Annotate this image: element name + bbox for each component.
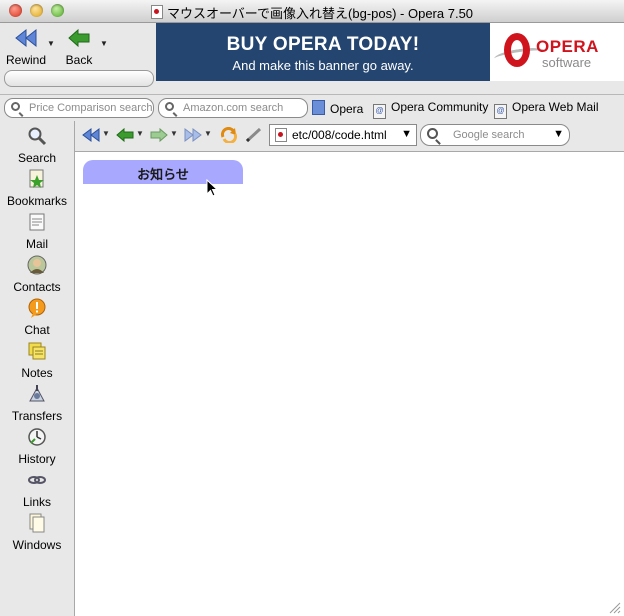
links-icon <box>28 476 46 484</box>
navigation-bar: ▼ ▼ ▼ ▼ etc/008/code.html ▼ Google searc… <box>75 121 624 152</box>
folder-icon <box>312 100 325 115</box>
fast-forward-icon[interactable] <box>183 127 203 143</box>
web-page-icon: @ <box>373 104 386 119</box>
panel-item-label: Windows <box>12 538 62 552</box>
panel-item-mail[interactable]: Mail <box>0 212 74 251</box>
document-icon <box>275 128 287 142</box>
opera-logo[interactable]: OPERA software <box>490 23 624 81</box>
ad-banner[interactable]: BUY OPERA TODAY! And make this banner go… <box>156 23 490 81</box>
notice-tab-button[interactable]: お知らせ <box>83 160 243 184</box>
rewind-dropdown-icon[interactable]: ▼ <box>102 129 110 138</box>
mail-icon <box>29 213 45 231</box>
personal-link-label: Opera <box>330 102 364 116</box>
address-dropdown-icon[interactable]: ▼ <box>401 128 412 140</box>
forward-dropdown-icon[interactable]: ▼ <box>170 129 178 138</box>
fast-forward-dropdown-icon[interactable]: ▼ <box>204 129 212 138</box>
resize-grip-icon[interactable] <box>607 600 621 614</box>
window-title-wrap: マウスオーバーで画像入れ替え(bg-pos) - Opera 7.50 <box>0 3 624 22</box>
panel-item-label: Contacts <box>13 280 61 294</box>
progress-bar <box>4 70 154 87</box>
address-field[interactable]: etc/008/code.html ▼ <box>269 124 417 146</box>
personal-link-opera-web-mail[interactable]: @ Opera Web Mail <box>494 100 598 119</box>
notes-icon <box>28 342 46 360</box>
back-dropdown-icon[interactable]: ▼ <box>100 39 108 48</box>
panel-item-label: History <box>18 452 56 466</box>
panel-item-label: Chat <box>24 323 50 337</box>
transfers-icon <box>29 385 45 402</box>
panel-item-label: Notes <box>21 366 53 380</box>
search-icon <box>28 127 47 146</box>
rewind-icon[interactable] <box>81 127 101 143</box>
personal-link-label: Opera Community <box>391 100 489 114</box>
edit-pencil-icon[interactable] <box>244 127 264 143</box>
opera-o-icon <box>504 33 530 67</box>
back-dropdown-icon[interactable]: ▼ <box>136 129 144 138</box>
personal-link-opera[interactable]: Opera <box>312 100 363 116</box>
panel-item-label: Bookmarks <box>6 194 68 208</box>
mouse-cursor-icon <box>206 179 218 197</box>
opera-logo-sub: software <box>542 55 592 70</box>
panel-item-history[interactable]: History <box>0 427 74 466</box>
panel-item-label: Mail <box>25 237 48 251</box>
amazon-search-placeholder: Amazon.com search <box>183 102 284 114</box>
panel-sidebar: Search Bookmarks Mail Contacts Chat Note… <box>0 121 75 616</box>
history-icon <box>28 428 46 446</box>
panel-item-label: Search <box>17 151 57 165</box>
windows-icon <box>29 513 45 533</box>
search-icon <box>11 102 20 111</box>
panel-item-bookmarks[interactable]: Bookmarks <box>0 169 74 208</box>
panel-item-label: Transfers <box>11 409 63 423</box>
personal-bar: Price Comparison search Amazon.com searc… <box>0 94 624 122</box>
opera-logo-word: OPERA <box>536 37 599 56</box>
back-arrow-icon <box>68 28 90 48</box>
bookmarks-icon <box>29 169 44 188</box>
back-label: Back <box>65 53 93 67</box>
panel-item-contacts[interactable]: Contacts <box>0 255 74 294</box>
panel-item-label: Links <box>22 495 51 509</box>
banner-headline: BUY OPERA TODAY! <box>226 34 420 55</box>
main-toolbar: Rewind ▼ Back ▼ <box>0 23 155 93</box>
document-icon <box>150 5 163 19</box>
page-content: お知らせ <box>75 152 624 616</box>
rewind-label: Rewind <box>5 53 47 67</box>
rewind-icon <box>15 28 37 48</box>
panel-item-transfers[interactable]: Transfers <box>0 384 74 423</box>
web-page-icon: @ <box>494 104 507 119</box>
banner-subline: And make this banner go away. <box>232 58 414 73</box>
back-button[interactable]: Back <box>58 28 100 67</box>
search-engine-dropdown-icon[interactable]: ▼ <box>553 128 564 140</box>
panel-item-notes[interactable]: Notes <box>0 341 74 380</box>
search-icon <box>165 102 174 111</box>
google-search-input[interactable]: Google search ▼ <box>420 124 570 146</box>
chat-icon <box>28 298 46 318</box>
amazon-search-input[interactable]: Amazon.com search <box>158 98 308 118</box>
panel-item-search[interactable]: Search <box>0 126 74 165</box>
back-arrow-icon[interactable] <box>115 127 135 143</box>
google-search-placeholder: Google search <box>453 129 525 141</box>
personal-link-opera-community[interactable]: @ Opera Community <box>373 100 488 119</box>
panel-item-windows[interactable]: Windows <box>0 513 74 552</box>
search-icon <box>427 128 438 139</box>
price-comparison-search-input[interactable]: Price Comparison search <box>4 98 154 118</box>
panel-item-chat[interactable]: Chat <box>0 298 74 337</box>
rewind-dropdown-icon[interactable]: ▼ <box>47 39 55 48</box>
rewind-button[interactable]: Rewind <box>4 28 48 67</box>
address-text: etc/008/code.html <box>292 128 387 142</box>
panel-item-links[interactable]: Links <box>0 470 74 509</box>
window-title: マウスオーバーで画像入れ替え(bg-pos) - Opera 7.50 <box>166 6 474 21</box>
personal-link-label: Opera Web Mail <box>512 100 599 114</box>
price-search-placeholder: Price Comparison search <box>29 102 153 114</box>
notice-label: お知らせ <box>137 167 189 182</box>
forward-arrow-icon[interactable] <box>149 127 169 143</box>
reload-icon[interactable] <box>219 127 239 143</box>
window-titlebar[interactable]: マウスオーバーで画像入れ替え(bg-pos) - Opera 7.50 <box>0 0 624 23</box>
contacts-icon <box>27 255 47 275</box>
